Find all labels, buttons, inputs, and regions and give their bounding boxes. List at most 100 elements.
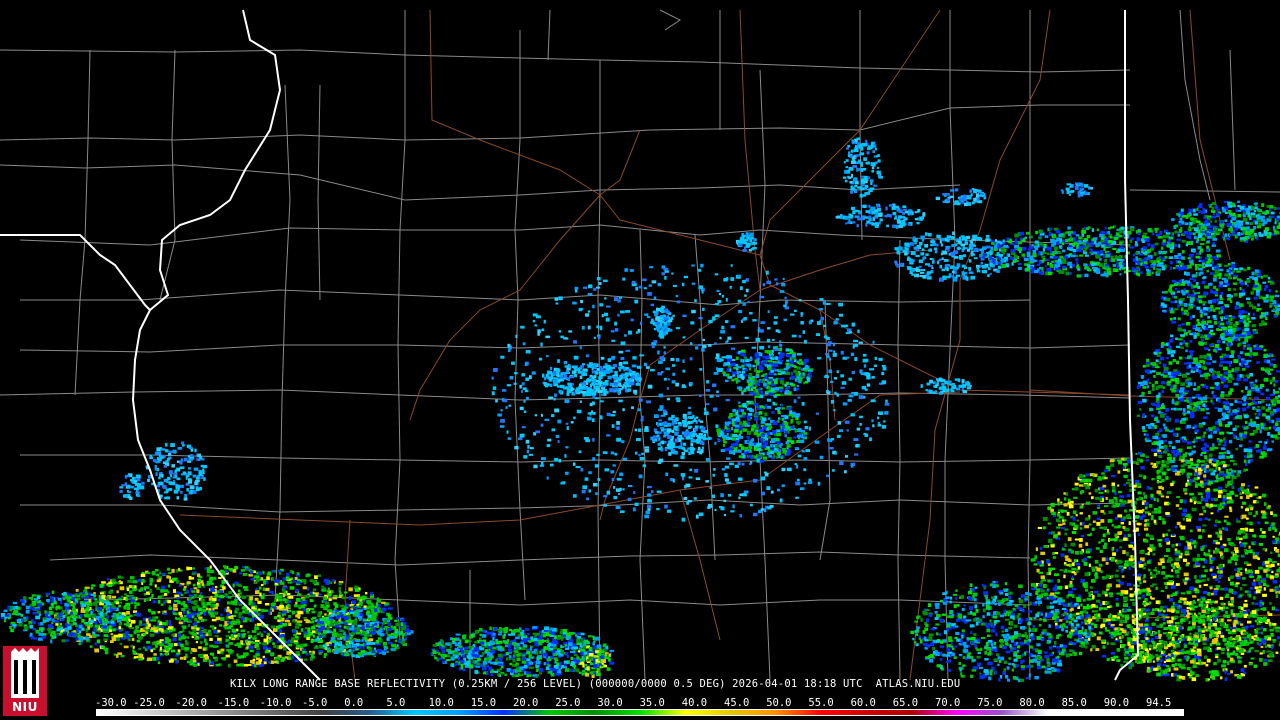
- radar-echo-pixel: [995, 261, 998, 266]
- radar-echo-pixel: [995, 270, 1000, 273]
- radar-echo-pixel: [1216, 298, 1220, 302]
- radar-echo-pixel: [786, 359, 790, 362]
- radar-echo-pixel: [154, 465, 157, 469]
- radar-echo-pixel: [667, 422, 672, 427]
- radar-echo-pixel: [579, 346, 582, 349]
- radar-echo-pixel: [166, 496, 170, 500]
- radar-echo-pixel: [779, 498, 783, 503]
- radar-echo-pixel: [1247, 320, 1252, 323]
- radar-echo-pixel: [1054, 263, 1057, 268]
- radar-echo-pixel: [1161, 342, 1165, 345]
- radar-echo-pixel: [747, 421, 750, 425]
- radar-echo-pixel: [748, 442, 753, 445]
- radar-echo-pixel: [1155, 233, 1160, 237]
- radar-echo-pixel: [866, 383, 871, 387]
- radar-echo-pixel: [785, 301, 788, 305]
- radar-echo-pixel: [712, 473, 716, 477]
- radar-echo-pixel: [872, 340, 875, 344]
- radar-echo-pixel: [1213, 446, 1219, 450]
- radar-echo-pixel: [764, 508, 767, 513]
- radar-echo-pixel: [1235, 425, 1240, 428]
- radar-echo-pixel: [1172, 359, 1176, 363]
- radar-echo-pixel: [568, 330, 573, 333]
- radar-echo-pixel: [732, 413, 736, 417]
- radar-echo-pixel: [1216, 328, 1220, 331]
- radar-echo-pixel: [557, 419, 562, 424]
- radar-echo-pixel: [675, 382, 679, 387]
- radar-echo-pixel: [1178, 213, 1181, 218]
- radar-echo-pixel: [676, 399, 681, 403]
- radar-echo-pixel: [1146, 269, 1151, 273]
- radar-echo-pixel: [520, 325, 525, 329]
- radar-echo-pixel: [1214, 256, 1217, 260]
- radar-echo-pixel: [983, 247, 987, 250]
- radar-echo-pixel: [946, 198, 951, 202]
- radar-echo-pixel: [1175, 266, 1181, 269]
- radar-echo-pixel: [571, 382, 574, 386]
- radar-echo-pixel: [1241, 309, 1245, 314]
- radar-echo-pixel: [699, 328, 702, 331]
- radar-echo-pixel: [645, 510, 650, 514]
- radar-echo-pixel: [1188, 303, 1191, 306]
- radar-echo-pixel: [1062, 258, 1067, 263]
- radar-echo-pixel: [130, 485, 135, 489]
- radar-echo-pixel: [1164, 291, 1168, 294]
- radar-echo-pixel: [600, 416, 603, 420]
- radar-echo-pixel: [831, 400, 834, 404]
- radar-echo-pixel: [817, 481, 821, 486]
- radar-echo-pixel: [545, 373, 549, 378]
- radar-echo-pixel: [972, 201, 975, 205]
- radar-echo-pixel: [1185, 452, 1188, 455]
- radar-echo-pixel: [873, 184, 878, 187]
- radar-echo-pixel: [1030, 255, 1034, 259]
- radar-echo-pixel: [1178, 329, 1184, 332]
- radar-echo-pixel: [920, 384, 923, 388]
- radar-echo-pixel: [1040, 242, 1044, 246]
- radar-echo-pixel: [1244, 338, 1249, 342]
- radar-echo-pixel: [796, 384, 800, 388]
- radar-echo-pixel: [694, 468, 699, 473]
- radar-echo-pixel: [754, 455, 758, 459]
- radar-echo-pixel: [738, 455, 744, 459]
- radar-echo-pixel: [656, 508, 660, 511]
- radar-echo-pixel: [949, 383, 953, 386]
- radar-echo-pixel: [797, 434, 802, 438]
- radar-echo-pixel: [185, 477, 188, 480]
- radar-echo-pixel: [1248, 422, 1253, 426]
- radar-echo-pixel: [828, 369, 832, 374]
- radar-echo-pixel: [785, 365, 791, 368]
- radar-echo-pixel: [629, 269, 634, 272]
- radar-echo-pixel: [843, 176, 847, 179]
- radar-echo-pixel: [1161, 246, 1164, 250]
- radar-echo-pixel: [1235, 448, 1239, 451]
- radar-echo-pixel: [663, 322, 668, 326]
- radar-echo-pixel: [1091, 249, 1093, 253]
- radar-echo-pixel: [800, 368, 803, 371]
- radar-echo-pixel: [580, 468, 584, 472]
- radar-echo-pixel: [573, 374, 577, 378]
- radar-echo-pixel: [1232, 270, 1235, 273]
- radar-echo-pixel: [1193, 278, 1196, 282]
- radar-echo-pixel: [674, 420, 677, 425]
- radar-echo-pixel: [722, 434, 727, 439]
- radar-echo-pixel: [787, 406, 792, 410]
- radar-echo-pixel: [587, 387, 592, 390]
- radar-echo-pixel: [1071, 242, 1075, 246]
- radar-echo-pixel: [619, 472, 624, 477]
- radar-echo-pixel: [961, 379, 965, 383]
- radar-echo-pixel: [730, 277, 735, 281]
- radar-echo-pixel: [1084, 184, 1089, 188]
- radar-echo-pixel: [199, 486, 202, 491]
- radar-echo-pixel: [652, 310, 656, 314]
- radar-echo-pixel: [635, 451, 638, 455]
- radar-echo-pixel: [618, 362, 623, 366]
- radar-echo-pixel: [198, 473, 203, 476]
- radar-echo-pixel: [1209, 344, 1214, 346]
- radar-echo-pixel: [1223, 237, 1226, 241]
- radar-echo-pixel: [1154, 242, 1159, 246]
- radar-echo-pixel: [808, 371, 812, 375]
- radar-echo-pixel: [544, 418, 550, 421]
- radar-echo-pixel: [749, 503, 753, 507]
- radar-echo-pixel: [832, 342, 835, 347]
- radar-echo-pixel: [734, 464, 739, 468]
